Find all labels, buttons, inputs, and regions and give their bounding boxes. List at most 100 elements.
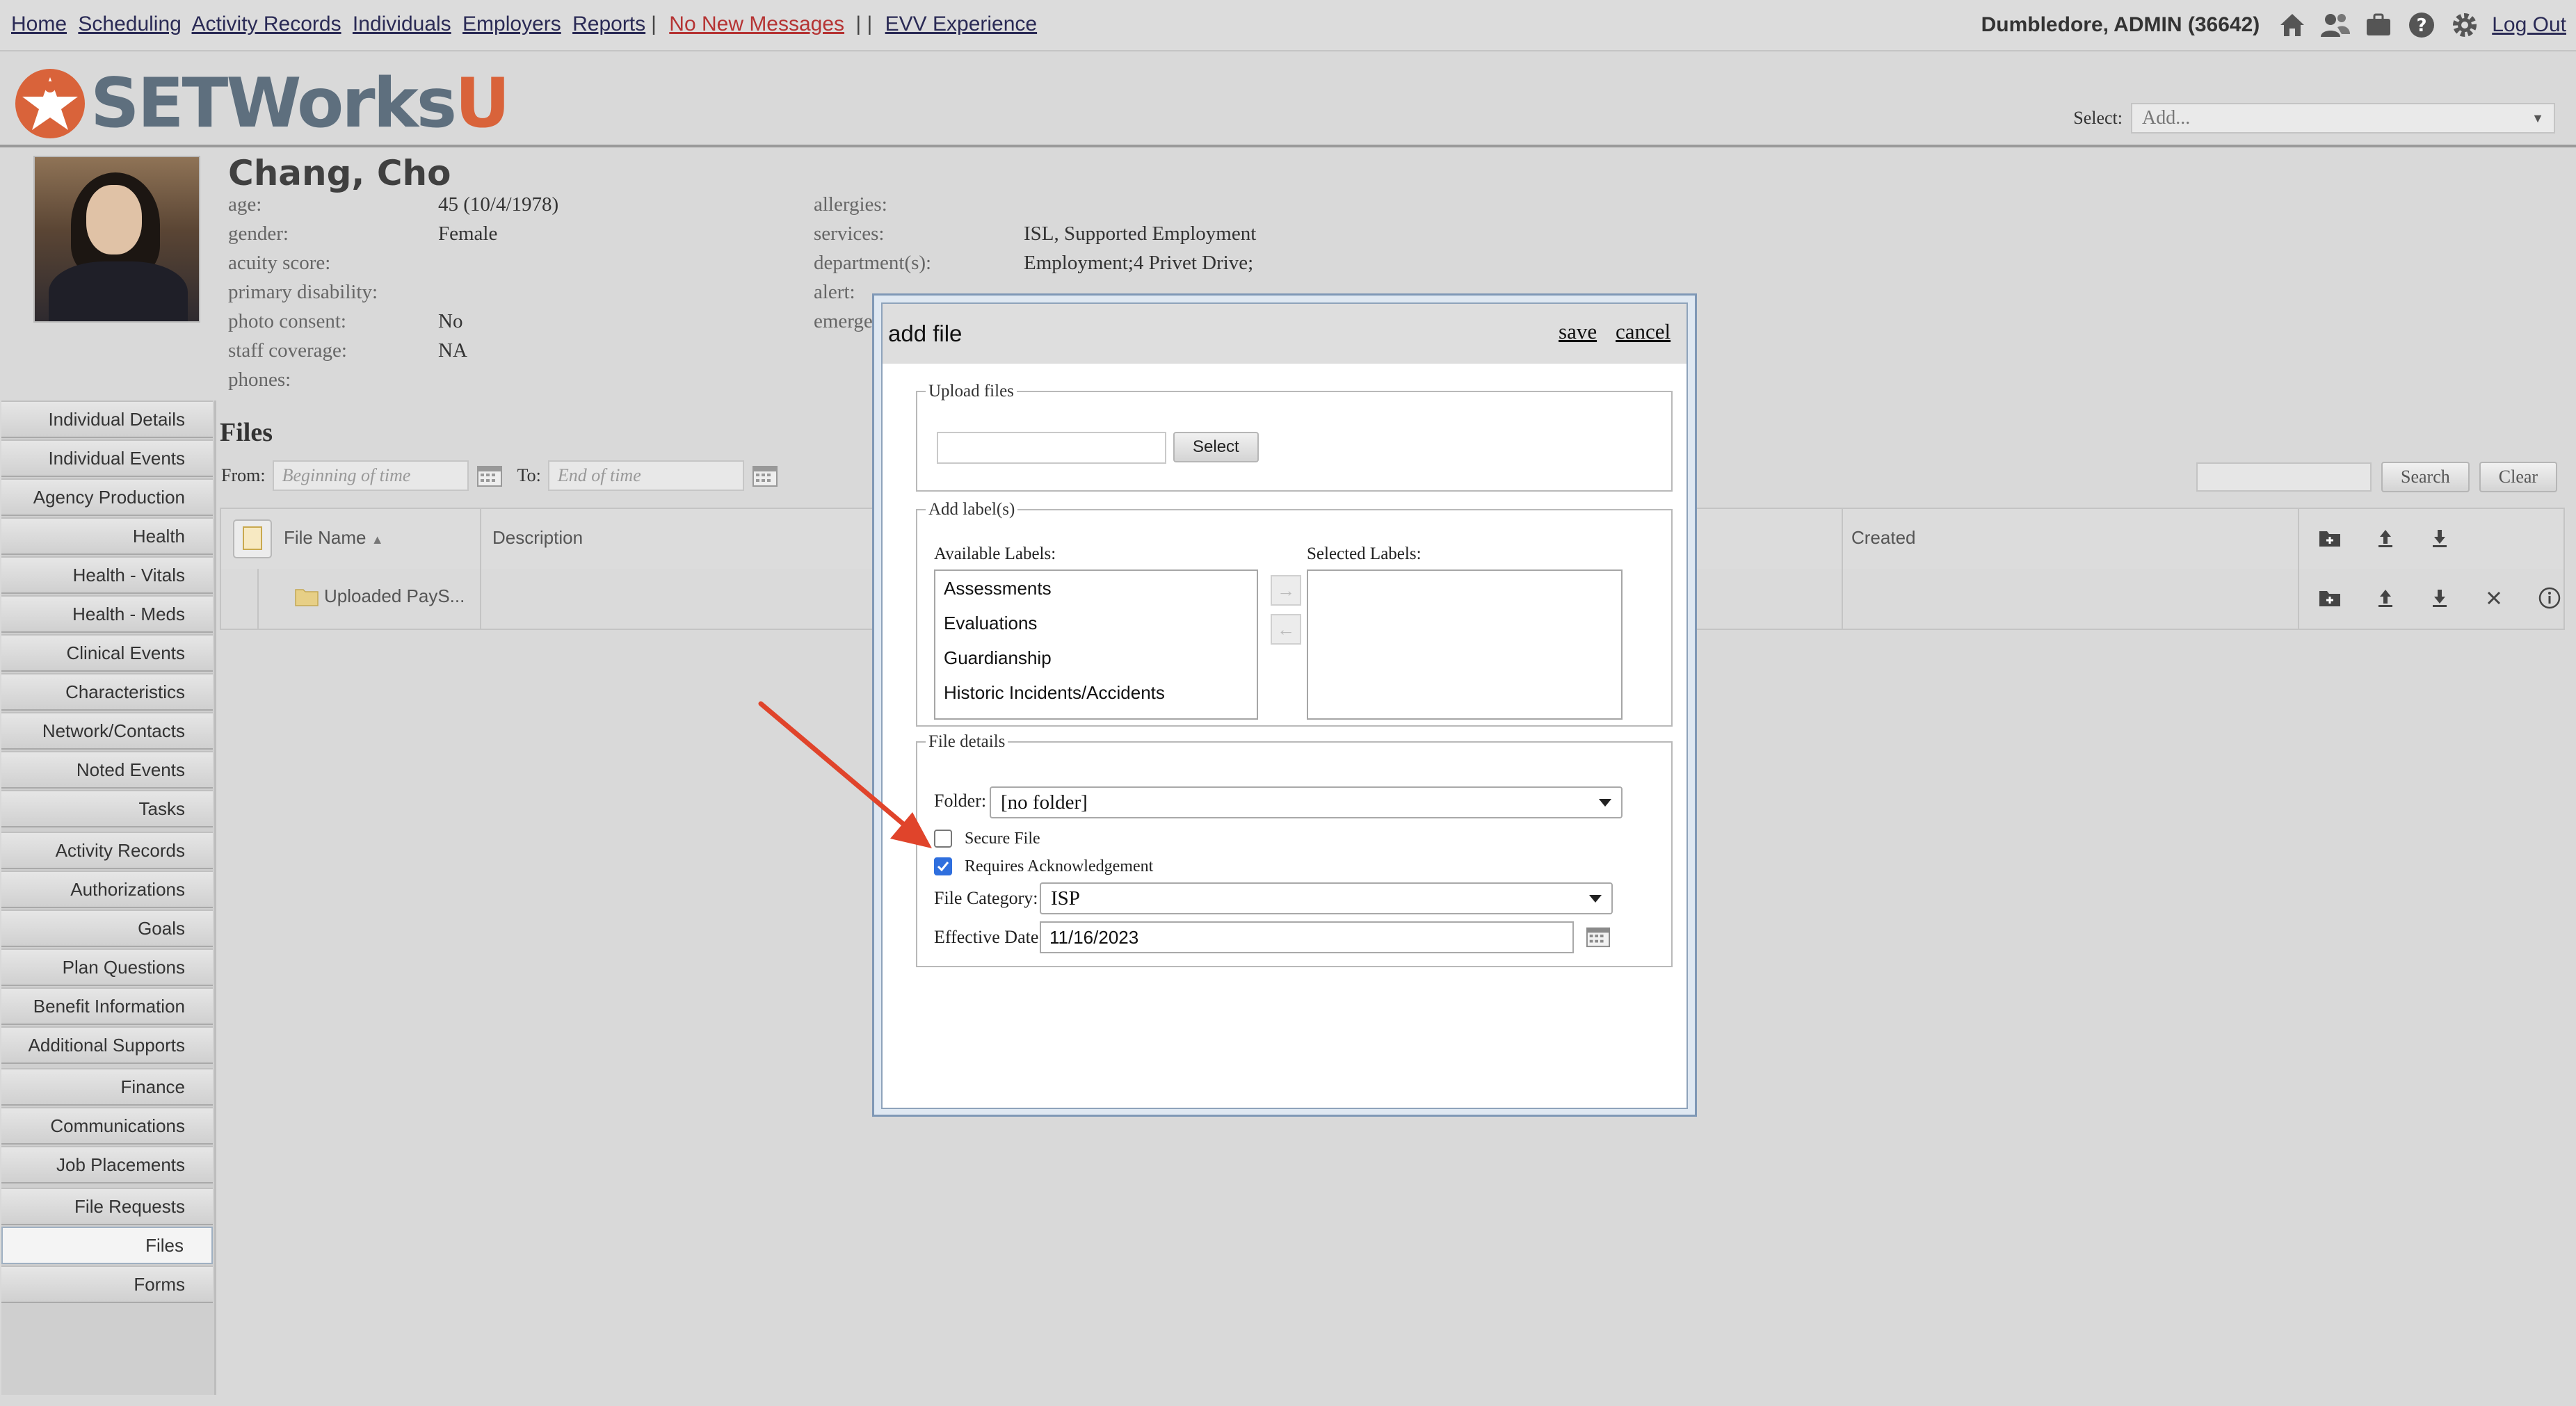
add-select-dropdown[interactable]: Add... ▼ [2131,103,2555,134]
secure-file-checkbox[interactable] [934,830,952,848]
requires-acknowledgement-label: Requires Acknowledgement [965,857,1154,875]
sidebar-item-network-contacts[interactable]: Network/Contacts [1,712,213,750]
sidebar-item-individual-events[interactable]: Individual Events [1,439,213,477]
sidebar-item-characteristics[interactable]: Characteristics [1,673,213,711]
column-file-name[interactable]: File Name ▲ [284,527,384,549]
sidebar-item-job-placements[interactable]: Job Placements [1,1146,213,1183]
new-folder-icon[interactable] [2317,526,2342,551]
list-item[interactable]: Historic Incidents/Accidents [935,675,1257,710]
list-item[interactable]: Assessments [935,571,1257,606]
column-description[interactable]: Description [492,527,583,549]
select-all-icon[interactable] [232,519,273,559]
setworks-logo[interactable]: SETWorksU [14,64,510,143]
selected-labels-list[interactable] [1307,569,1623,720]
file-category-select[interactable]: ISP [1040,882,1613,914]
sidebar-item-goals[interactable]: Goals [1,910,213,947]
delete-icon[interactable] [2481,585,2506,611]
home-icon[interactable] [2276,11,2308,39]
profile-field: acuity score: [228,252,331,274]
available-labels-list[interactable]: Assessments Evaluations Guardianship His… [934,569,1258,720]
header-select: Select: Add... ▼ [2073,103,2555,134]
from-label: From: [221,465,266,485]
sidebar-item-benefit-information[interactable]: Benefit Information [1,987,213,1025]
checkmark-icon [937,862,949,872]
sidebar-item-noted-events[interactable]: Noted Events [1,751,213,789]
upload-file-input[interactable] [937,432,1166,464]
sidebar-item-individual-details[interactable]: Individual Details [1,401,213,438]
effective-date-calendar-icon[interactable] [1586,926,1610,948]
info-icon[interactable] [2537,585,2562,611]
briefcase-icon[interactable] [2362,11,2394,39]
add-labels-section: Add label(s) Available Labels: Assessmen… [916,500,1673,727]
sidebar-item-health[interactable]: Health [1,517,213,555]
effective-date-input[interactable]: 11/16/2023 [1040,921,1574,953]
download-icon[interactable] [2427,526,2452,551]
new-folder-icon[interactable] [2317,585,2342,611]
sidebar-item-plan-questions[interactable]: Plan Questions [1,948,213,986]
upload-files-legend: Upload files [928,382,1014,401]
sidebar-item-activity-records[interactable]: Activity Records [1,832,213,869]
chevron-down-icon [1599,798,1611,807]
add-file-dialog: add file save cancel Upload files Select… [872,293,1697,1117]
sidebar-item-forms[interactable]: Forms [1,1266,213,1303]
svg-text:?: ? [2417,15,2427,36]
file-name-cell[interactable]: Uploaded PayS... [324,585,465,607]
files-search-input[interactable] [2196,462,2372,492]
save-link[interactable]: save [1559,319,1597,344]
to-calendar-icon[interactable] [752,464,778,487]
nav-messages-link[interactable]: No New Messages [669,13,844,35]
profile-field: staff coverage: NA [228,339,467,362]
people-icon[interactable] [2319,11,2351,39]
from-calendar-icon[interactable] [476,464,502,487]
sidebar-item-tasks[interactable]: Tasks [1,790,213,827]
sidebar-item-agency-production[interactable]: Agency Production [1,478,213,516]
top-nav: Home Scheduling Activity Records Individ… [0,0,2576,51]
add-labels-legend: Add label(s) [928,500,1015,519]
dialog-title: add file [888,321,963,346]
profile-field: age: 45 (10/4/1978) [228,193,559,216]
list-item[interactable]: Evaluations [935,606,1257,640]
nav-separator-double: | | [855,13,873,35]
logout-link[interactable]: Log Out [2492,13,2566,37]
sidebar-item-files[interactable]: Files [1,1227,213,1264]
from-date-input[interactable]: Beginning of time [272,460,469,491]
folder-select[interactable]: [no folder] [990,786,1623,818]
sidebar-item-health-vitals[interactable]: Health - Vitals [1,556,213,594]
to-date-input[interactable]: End of time [547,460,744,491]
sidebar-item-additional-supports[interactable]: Additional Supports [1,1026,213,1064]
folder-label: Folder: [934,791,987,811]
cancel-link[interactable]: cancel [1616,319,1671,344]
profile-field: department(s): Employment;4 Privet Drive; [814,252,1254,274]
select-file-button[interactable]: Select [1173,432,1259,462]
search-button[interactable]: Search [2381,462,2470,492]
nav-evv-link[interactable]: EVV Experience [885,13,1037,35]
upload-icon[interactable] [2373,526,2398,551]
sidebar-item-health-meds[interactable]: Health - Meds [1,595,213,633]
sidebar-item-clinical-events[interactable]: Clinical Events [1,634,213,672]
add-label-button[interactable]: → [1271,575,1301,606]
sidebar-item-authorizations[interactable]: Authorizations [1,871,213,908]
download-icon[interactable] [2427,585,2452,611]
nav-reports-link[interactable]: Reports [572,13,645,35]
nav-activity-records-link[interactable]: Activity Records [192,13,341,35]
nav-home-link[interactable]: Home [11,13,67,35]
profile-field: phones: [228,369,291,391]
arrow-left-icon: ← [1277,618,1295,640]
list-item[interactable]: Guardianship [935,640,1257,675]
nav-individuals-link[interactable]: Individuals [353,13,451,35]
column-created[interactable]: Created [1851,527,1916,549]
remove-label-button[interactable]: ← [1271,614,1301,645]
profile-field: emerge [814,310,873,332]
gear-icon[interactable] [2449,11,2481,39]
clear-button[interactable]: Clear [2479,462,2558,492]
help-icon[interactable]: ? [2406,11,2438,39]
nav-employers-link[interactable]: Employers [462,13,561,35]
sidebar-item-communications[interactable]: Communications [1,1107,213,1145]
sidebar-item-finance[interactable]: Finance [1,1068,213,1106]
nav-scheduling-link[interactable]: Scheduling [78,13,181,35]
sidebar-item-file-requests[interactable]: File Requests [1,1188,213,1225]
requires-acknowledgement-checkbox[interactable] [934,857,952,875]
chevron-down-icon: ▼ [2531,111,2544,125]
to-label: To: [517,465,541,485]
upload-icon[interactable] [2373,585,2398,611]
